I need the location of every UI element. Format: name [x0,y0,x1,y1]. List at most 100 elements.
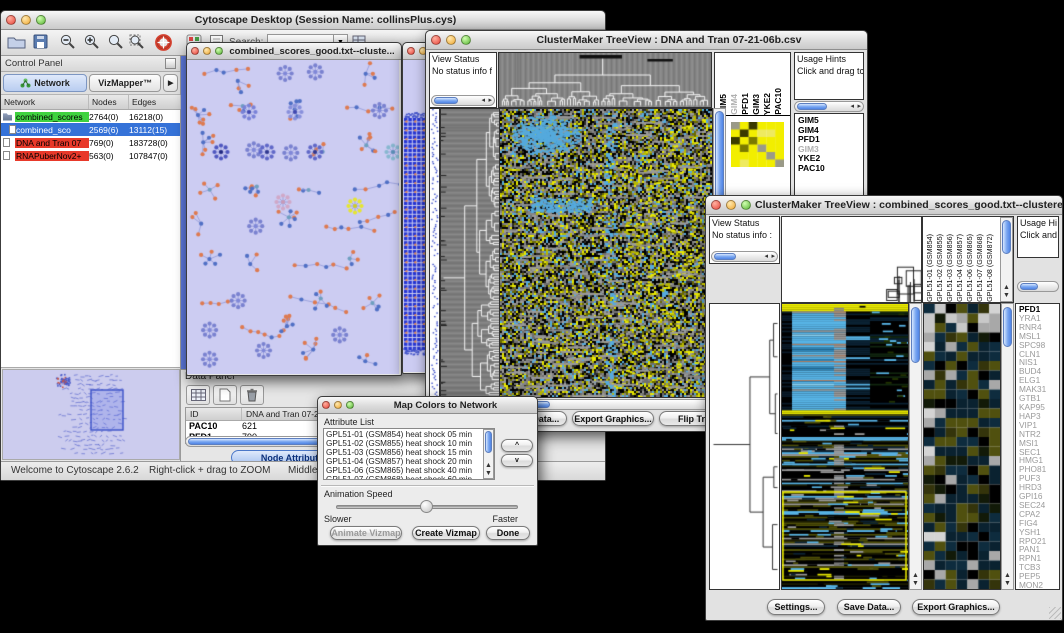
nodes-count: 769(0) [89,138,129,148]
usage-hints-panel: Usage Hints Click and drag tc [794,52,864,100]
minimize-button[interactable] [203,47,211,55]
column-label: GIM3 [752,94,761,115]
attribute-item[interactable]: GPL51-06 (GSM865) heat shock 40 min [324,466,494,475]
network-view-window: combined_scores_good.txt--cluste... [186,42,402,376]
zoom-out-icon[interactable] [59,33,77,56]
close-button[interactable] [322,401,330,409]
save-data-button[interactable]: Save Data... [837,599,901,615]
close-button[interactable] [407,47,415,55]
correlation-matrix-canvas[interactable] [731,122,784,167]
zoom-selected-icon[interactable] [128,33,146,56]
save-icon[interactable] [32,33,50,55]
minimize-button[interactable] [21,15,31,25]
animate-vizmap-button[interactable]: Animate Vizmap [330,526,402,540]
zoom-button[interactable] [36,15,46,25]
tab-overflow-arrow[interactable]: ▶ [163,74,178,92]
attribute-item[interactable]: GPL51-01 (GSM854) heat shock 05 min [324,430,494,439]
column-label: GPL51-07 (GSM868) [975,234,984,302]
help-ring-icon[interactable] [154,33,173,57]
resize-grip[interactable] [1049,607,1061,619]
network-view-canvas[interactable] [187,60,399,374]
heatmap-canvas[interactable] [499,108,713,398]
column-dendrogram-panel [781,216,922,303]
zoom-in-icon[interactable] [83,33,101,56]
export-graphics-button[interactable]: Export Graphics... [572,411,654,426]
float-panel-icon[interactable] [165,58,176,69]
zoom-button[interactable] [346,401,354,409]
faster-label: Faster [492,514,518,524]
tab-network-label: Network [34,78,70,88]
treeview2-title: ClusterMaker TreeView : combined_scores_… [751,199,1062,211]
network-row[interactable]: RNAPuberNov2+563(0)107847(0) [1,149,180,162]
export-graphics-button[interactable]: Export Graphics... [912,599,1000,615]
network-overview-thumbnail[interactable] [2,369,180,460]
usage-hints-hscrollbar[interactable]: ◂▸ [794,101,864,112]
heatmap-canvas[interactable] [781,303,909,590]
row-dendrogram-canvas[interactable] [440,108,501,398]
attribute-item[interactable]: GPL51-07 (GSM868) heat shock 60 min [324,475,494,480]
heatmap-vscrollbar[interactable]: ▲▼ [909,303,922,590]
zoom-heatmap-canvas[interactable] [923,303,1001,590]
attribute-listbox[interactable]: GPL51-01 (GSM854) heat shock 05 minGPL51… [323,428,495,480]
window-title: Cytoscape Desktop (Session Name: collins… [46,14,605,26]
treeview2-window: ClusterMaker TreeView : combined_scores_… [705,195,1063,621]
zoom-button[interactable] [741,200,751,210]
move-down-button[interactable]: v [501,454,533,467]
attribute-item[interactable]: GPL51-03 (GSM856) heat shock 15 min [324,448,494,457]
zoom-button[interactable] [215,47,223,55]
column-label: YKE2 [763,93,772,115]
close-button[interactable] [431,35,441,45]
close-button[interactable] [6,15,16,25]
nodes-count: 2764(0) [89,112,129,122]
move-up-button[interactable]: ^ [501,439,533,452]
tab-network[interactable]: Network [3,74,87,92]
column-dendrogram-can vas[interactable] [782,217,921,302]
minimize-button[interactable] [334,401,342,409]
edges-count: 107847(0) [129,151,181,161]
usage-hints-title: Usage Hints [795,53,863,65]
view-status-hscrollbar[interactable]: ◂▸ [431,95,495,106]
close-button[interactable] [191,47,199,55]
view-status-info: No status info f [430,65,496,77]
zoom-button[interactable] [461,35,471,45]
open-file-icon[interactable] [7,33,26,55]
edges-count: 13112(15) [129,125,181,135]
minimize-button[interactable] [726,200,736,210]
view-status-hscrollbar[interactable]: ◂▸ [711,251,778,262]
zoom-fit-icon[interactable] [107,33,125,56]
doc-icon [3,138,10,147]
attribute-item[interactable]: GPL51-02 (GSM855) heat shock 10 min [324,439,494,448]
attribute-item[interactable]: GPL51-04 (GSM857) heat shock 20 min [324,457,494,466]
control-panel: Control Panel Network VizMapper™ ▶ Netwo… [1,56,181,461]
usage-hints-hscrollbar[interactable] [1017,281,1059,292]
zoom-heatmap-vscrollbar[interactable]: ▲▼ [1001,303,1014,590]
tab-vizmapper[interactable]: VizMapper™ [89,74,161,92]
table-icon[interactable] [186,385,210,405]
network-name: combined_scores [15,112,89,122]
settings-button[interactable]: Settings... [767,599,825,615]
attribute-list-vscrollbar[interactable]: ▲▼ [483,429,494,479]
minimize-button[interactable] [446,35,456,45]
nodes-count: 2569(6) [89,125,129,135]
network-name: DNA and Tran 07 [15,138,89,148]
column-labels-vscrollbar[interactable]: ▲▼ [1000,217,1013,302]
create-vizmap-button[interactable]: Create Vizmap [412,526,480,540]
network-row[interactable]: combined_sco2569(6)13112(15) [1,123,180,136]
new-doc-icon[interactable] [213,385,237,405]
row-dendrogram-canvas[interactable] [709,303,780,590]
close-button[interactable] [711,200,721,210]
network-view-title: combined_scores_good.txt--cluste... [223,46,401,57]
gene-label[interactable]: PAC10 [795,164,863,174]
network-row[interactable]: combined_scores2764(0)16218(0) [1,110,180,123]
status-welcome: Welcome to Cytoscape 2.6.2 [11,465,139,476]
network-row[interactable]: DNA and Tran 07769(0)183728(0) [1,136,180,149]
column-label: PAC10 [774,88,783,115]
trash-icon[interactable] [240,385,264,405]
done-button[interactable]: Done [486,526,530,540]
column-dendrogram-canvas[interactable] [499,53,711,107]
global-overview-strip[interactable] [429,108,440,398]
animation-speed-slider-thumb[interactable] [420,500,433,513]
column-label: GPL51-03 (GSM856) [945,234,954,302]
gene-label[interactable]: MON2 [1016,581,1059,590]
usage-hints-info: Click and [1018,229,1058,241]
